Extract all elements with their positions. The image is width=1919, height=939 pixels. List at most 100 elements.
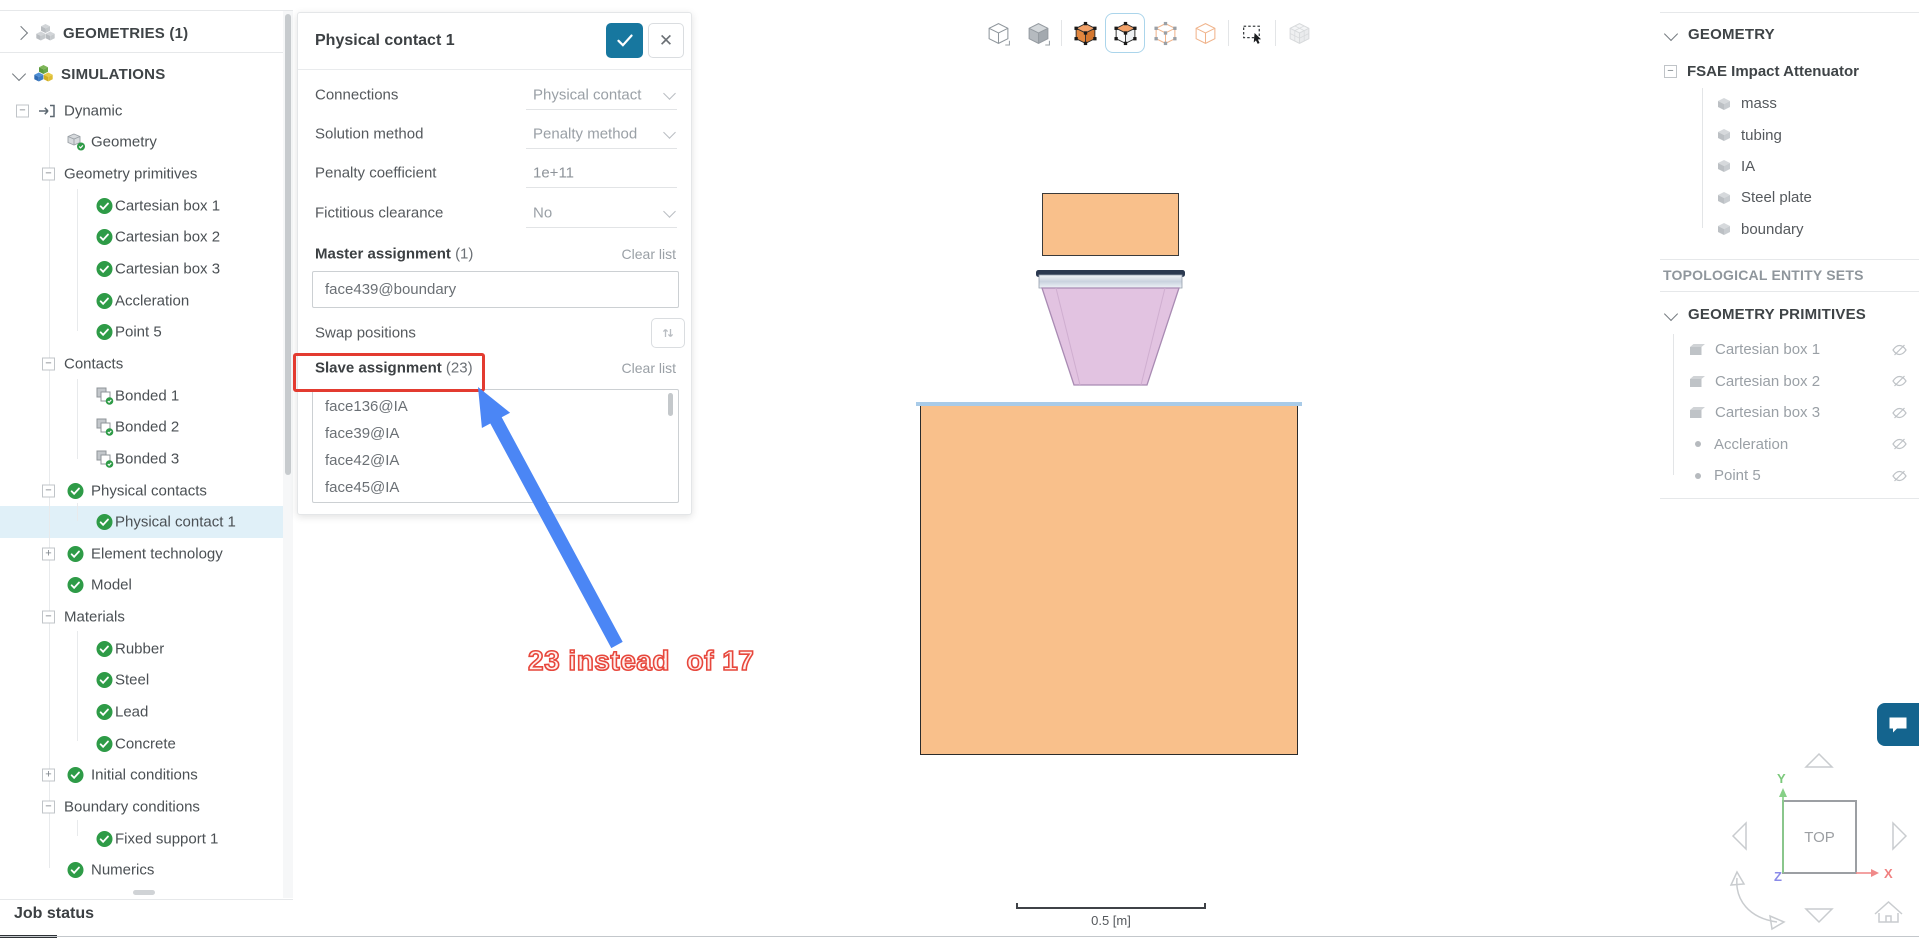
tree-item-bonded-2[interactable]: Bonded 2	[0, 411, 283, 443]
chevron-down-icon[interactable]	[11, 66, 27, 82]
part-item-boundary[interactable]: boundary	[1655, 214, 1919, 245]
chevron-right-icon[interactable]	[13, 25, 29, 41]
expand-toggle[interactable]: +	[42, 547, 55, 561]
mesh-cube-button[interactable]	[1279, 13, 1319, 53]
visibility-off-icon[interactable]	[1891, 467, 1908, 484]
part-item-ia[interactable]: IA	[1655, 151, 1919, 182]
rotate-right-button[interactable]	[1892, 821, 1908, 851]
tree-item-point-5[interactable]: Point 5	[0, 316, 283, 348]
tree-item-numerics[interactable]: Numerics	[0, 854, 283, 886]
geometry-primitives-header[interactable]: GEOMETRY PRIMITIVES	[1655, 298, 1919, 330]
tree-item-cartesian-box-1[interactable]: Cartesian box 1	[0, 190, 283, 222]
assignment-item[interactable]: face439@boundary	[313, 272, 678, 307]
part-item-mass[interactable]: mass	[1655, 88, 1919, 119]
part-item-tubing[interactable]: tubing	[1655, 119, 1919, 150]
tree-item-rubber[interactable]: Rubber	[0, 633, 283, 665]
swap-positions-button[interactable]	[651, 318, 685, 348]
confirm-button[interactable]	[606, 23, 643, 58]
slave-clear-list-link[interactable]: Clear list	[622, 360, 676, 376]
collapse-toggle[interactable]: −	[42, 800, 55, 814]
primitive-item-cartesian-box-1[interactable]: Cartesian box 1	[1655, 334, 1919, 366]
tree-item-element-technology[interactable]: + Element technology	[0, 538, 283, 570]
collapse-toggle[interactable]: −	[42, 357, 55, 371]
primitive-item-cartesian-box-2[interactable]: Cartesian box 2	[1655, 366, 1919, 398]
expand-toggle[interactable]: +	[42, 768, 55, 782]
collapse-toggle[interactable]: −	[42, 167, 55, 181]
tree-item-accleration[interactable]: Accleration	[0, 285, 283, 317]
collapse-toggle[interactable]: −	[1664, 64, 1677, 78]
tree-item-bonded-1[interactable]: Bonded 1	[0, 380, 283, 412]
chevron-down-icon[interactable]	[1663, 306, 1679, 322]
visibility-off-icon[interactable]	[1891, 341, 1908, 358]
collapse-toggle[interactable]: −	[42, 484, 55, 497]
tree-item-lead[interactable]: Lead	[0, 696, 283, 728]
solid-orange-cube-button[interactable]	[1065, 13, 1105, 53]
assignment-item[interactable]: face45@IA	[313, 474, 678, 501]
tree-item-initial-conditions[interactable]: + Initial conditions	[0, 759, 283, 791]
visibility-off-icon[interactable]	[1891, 373, 1908, 390]
assignment-item[interactable]: face42@IA	[313, 447, 678, 474]
slave-assignment-list[interactable]: face136@IA face39@IA face42@IA face45@IA	[312, 389, 679, 503]
model-mass-box[interactable]	[1042, 193, 1179, 256]
tree-item-fixed-support-1[interactable]: Fixed support 1	[0, 823, 283, 855]
assignment-item[interactable]: face39@IA	[313, 420, 678, 447]
part-label: mass	[1741, 95, 1777, 113]
close-button[interactable]: ✕	[648, 23, 684, 58]
wireframe-cube-button[interactable]	[978, 13, 1018, 53]
master-assignment-list[interactable]: face439@boundary	[312, 271, 679, 308]
part-item-steel-plate[interactable]: Steel plate	[1655, 182, 1919, 213]
support-chat-button[interactable]	[1877, 703, 1919, 746]
collapse-toggle[interactable]: −	[42, 610, 55, 624]
solution-method-select[interactable]: Penalty method	[526, 119, 677, 149]
home-icon[interactable]	[1874, 900, 1903, 923]
job-status-label[interactable]: Job status	[14, 905, 94, 923]
master-clear-list-link[interactable]: Clear list	[622, 246, 676, 262]
tree-item-model[interactable]: Model	[0, 570, 283, 602]
penalty-coefficient-input[interactable]: 1e+11	[526, 158, 677, 188]
visibility-off-icon[interactable]	[1891, 404, 1908, 421]
panel-drag-handle[interactable]	[133, 890, 155, 895]
model-attenuator-cone[interactable]	[1030, 268, 1190, 390]
list-scrollbar-thumb[interactable]	[668, 393, 673, 416]
chevron-down-icon[interactable]	[1663, 26, 1679, 42]
rotate-up-button[interactable]	[1804, 752, 1834, 768]
shaded-cube-button[interactable]	[1018, 13, 1058, 53]
tree-item-physical-contact-1[interactable]: Physical contact 1	[0, 506, 283, 538]
tree-item-geometry-primitives[interactable]: − Geometry primitives	[0, 158, 283, 190]
tree-item-steel[interactable]: Steel	[0, 665, 283, 697]
model-boundary-box[interactable]	[920, 404, 1298, 755]
tree-item-boundary-conditions[interactable]: − Boundary conditions	[0, 791, 283, 823]
tree-item-bonded-3[interactable]: Bonded 3	[0, 443, 283, 475]
visibility-off-icon[interactable]	[1891, 436, 1908, 453]
geometry-root-item[interactable]: − FSAE Impact Attenuator	[1655, 56, 1919, 86]
primitive-item-accleration[interactable]: Accleration	[1655, 429, 1919, 461]
assignment-item[interactable]: face136@IA	[313, 393, 678, 420]
collapse-toggle[interactable]: −	[16, 104, 29, 118]
box-select-button[interactable]	[1232, 13, 1272, 53]
primitive-item-cartesian-box-3[interactable]: Cartesian box 3	[1655, 397, 1919, 429]
sidebar-item-geometries[interactable]: GEOMETRIES (1)	[0, 14, 283, 52]
steel-plate[interactable]	[1038, 274, 1183, 289]
primitive-item-point-5[interactable]: Point 5	[1655, 460, 1919, 492]
sidebar-item-simulations[interactable]: SIMULATIONS	[0, 53, 283, 95]
impact-attenuator[interactable]	[1041, 287, 1180, 386]
select-value: Physical contact	[533, 86, 642, 103]
tree-item-cartesian-box-2[interactable]: Cartesian box 2	[0, 222, 283, 254]
fictitious-clearance-select[interactable]: No	[526, 198, 677, 228]
tree-item-physical-contacts[interactable]: − Physical contacts	[0, 475, 283, 507]
tree-item-dynamic[interactable]: − Dynamic	[0, 95, 283, 127]
tree-item-materials[interactable]: − Materials	[0, 601, 283, 633]
rotate-left-button[interactable]	[1731, 821, 1747, 851]
rotate-down-button[interactable]	[1804, 908, 1834, 924]
orange-face-cube-button[interactable]	[1105, 13, 1145, 53]
faint-vertex-cube-button[interactable]	[1145, 13, 1185, 53]
scale-label: 0.5 [m]	[1091, 913, 1131, 928]
tree-item-geometry[interactable]: Geometry	[0, 127, 283, 159]
tree-item-cartesian-box-3[interactable]: Cartesian box 3	[0, 253, 283, 285]
geometry-section-header[interactable]: GEOMETRY	[1655, 20, 1919, 48]
faint-cube-button[interactable]	[1185, 13, 1225, 53]
tree-item-concrete[interactable]: Concrete	[0, 728, 283, 760]
sidebar-scrollbar-thumb[interactable]	[285, 14, 291, 475]
connections-select[interactable]: Physical contact	[526, 80, 677, 110]
tree-item-contacts[interactable]: − Contacts	[0, 348, 283, 380]
